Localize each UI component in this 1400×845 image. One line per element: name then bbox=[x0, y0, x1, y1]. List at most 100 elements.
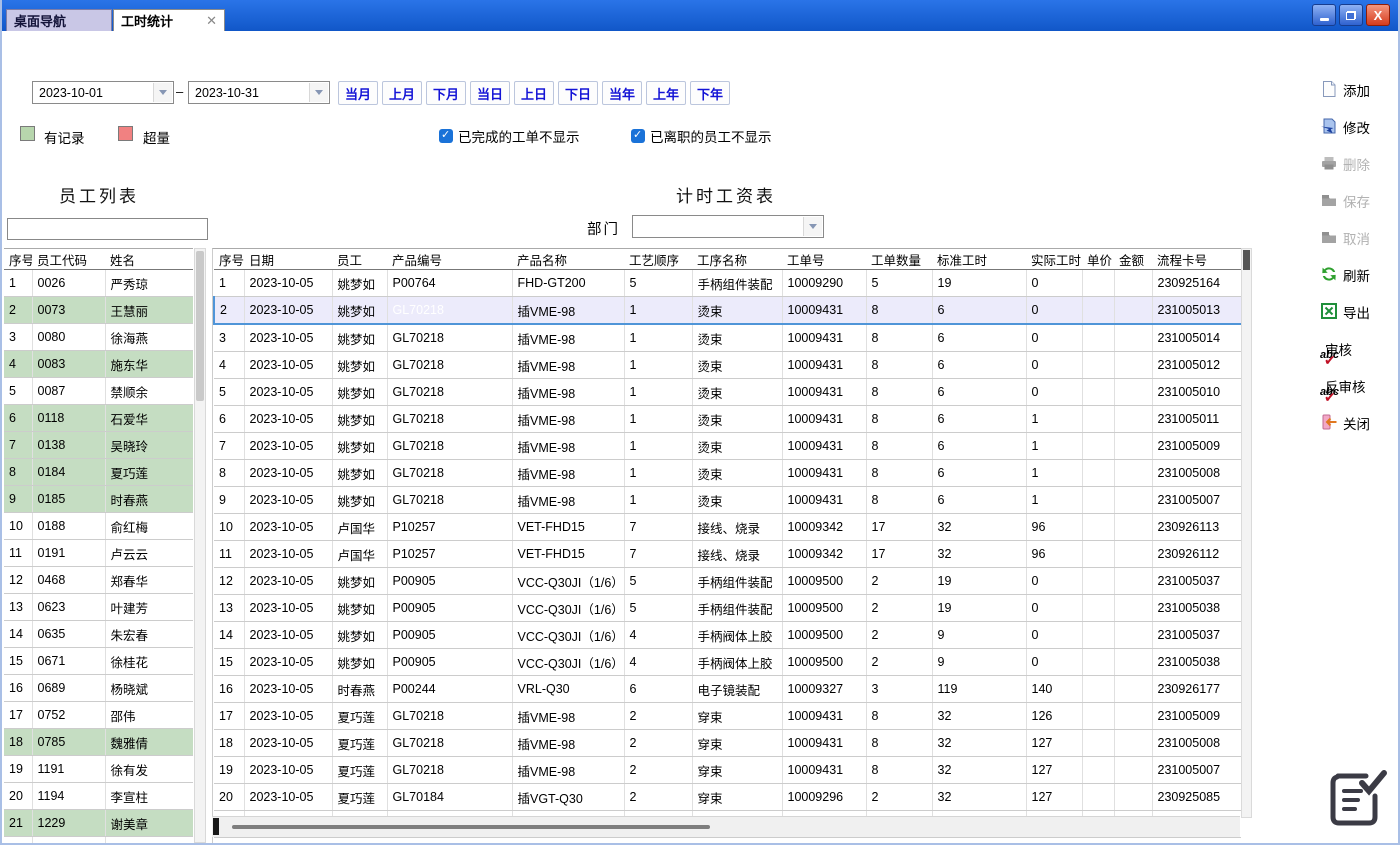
quick-date-button[interactable]: 当月 bbox=[338, 81, 378, 105]
action-add[interactable]: 添加 bbox=[1320, 78, 1400, 102]
notes-check-icon[interactable] bbox=[1324, 766, 1390, 834]
wage-table-hscrollbar[interactable] bbox=[212, 816, 1240, 837]
column-header[interactable]: 标准工时 bbox=[932, 249, 1026, 270]
column-header[interactable]: 序号 bbox=[4, 249, 32, 270]
wage-row[interactable]: 112023-10-05卢国华P10257VET-FHD157接线、烧录1000… bbox=[214, 541, 1241, 568]
wage-row[interactable]: 202023-10-05夏巧莲GL70184插VGT-Q302穿束1000929… bbox=[214, 784, 1241, 811]
chevron-down-icon[interactable] bbox=[803, 217, 822, 236]
employee-row[interactable]: 100188俞红梅 bbox=[4, 513, 193, 540]
wage-row[interactable]: 132023-10-05姚梦如P00905VCC-Q30JI（1/6）5手柄组件… bbox=[214, 595, 1241, 622]
wage-row[interactable]: 82023-10-05姚梦如GL70218插VME-981烫束100094318… bbox=[214, 460, 1241, 487]
wage-row[interactable]: 62023-10-05姚梦如GL70218插VME-981烫束100094318… bbox=[214, 406, 1241, 433]
column-header[interactable]: 流程卡号 bbox=[1152, 249, 1241, 270]
employee-row[interactable]: 20073王慧丽 bbox=[4, 297, 193, 324]
chevron-down-icon[interactable] bbox=[153, 83, 172, 102]
employee-row[interactable]: 221321胡松美 bbox=[4, 837, 193, 844]
restore-icon[interactable] bbox=[1339, 4, 1363, 26]
column-header[interactable]: 实际工时 bbox=[1026, 249, 1082, 270]
wage-row[interactable]: 122023-10-05姚梦如P00905VCC-Q30JI（1/6）5手柄组件… bbox=[214, 568, 1241, 595]
employee-row[interactable]: 191191徐有发 bbox=[4, 756, 193, 783]
employee-row[interactable]: 140635朱宏春 bbox=[4, 621, 193, 648]
employee-row[interactable]: 150671徐桂花 bbox=[4, 648, 193, 675]
employee-row[interactable]: 160689杨晓斌 bbox=[4, 675, 193, 702]
column-header[interactable]: 工艺顺序 bbox=[624, 249, 692, 270]
action-close-form[interactable]: 关闭 bbox=[1320, 411, 1400, 435]
wage-row[interactable]: 172023-10-05夏巧莲GL70218插VME-982穿束10009431… bbox=[214, 703, 1241, 730]
wage-table-vscrollbar[interactable] bbox=[1241, 248, 1252, 818]
app-window: 桌面导航 工时统计 2023-10-01 – 2023-10-31 当月上月下月… bbox=[0, 0, 1400, 845]
column-header[interactable]: 金额 bbox=[1114, 249, 1152, 270]
quick-date-button[interactable]: 下年 bbox=[690, 81, 730, 105]
checkbox-hide-finished-orders[interactable]: 已完成的工单不显示 bbox=[439, 126, 580, 146]
chevron-down-icon[interactable] bbox=[309, 83, 328, 102]
wage-row[interactable]: 92023-10-05姚梦如GL70218插VME-981烫束100094318… bbox=[214, 487, 1241, 514]
column-header[interactable]: 工单号 bbox=[782, 249, 866, 270]
wage-row[interactable]: 42023-10-05姚梦如GL70218插VME-981烫束100094318… bbox=[214, 352, 1241, 379]
column-header[interactable]: 单价 bbox=[1082, 249, 1114, 270]
employee-row[interactable]: 110191卢云云 bbox=[4, 540, 193, 567]
action-edit[interactable]: 修改 bbox=[1320, 115, 1400, 139]
employee-list-scrollbar[interactable] bbox=[194, 248, 206, 843]
column-header[interactable]: 姓名 bbox=[105, 249, 193, 270]
wage-row[interactable]: 182023-10-05夏巧莲GL70218插VME-982穿束10009431… bbox=[214, 730, 1241, 757]
tab-desktop-nav[interactable]: 桌面导航 bbox=[6, 9, 112, 31]
employee-row[interactable]: 70138吴晓玲 bbox=[4, 432, 193, 459]
wage-row[interactable]: 52023-10-05姚梦如GL70218插VME-981烫束100094318… bbox=[214, 379, 1241, 406]
action-export-excel[interactable]: 导出 bbox=[1320, 300, 1400, 324]
column-header[interactable]: 序号 bbox=[214, 249, 244, 270]
quick-date-button[interactable]: 下日 bbox=[558, 81, 598, 105]
column-header[interactable]: 产品名称 bbox=[512, 249, 624, 270]
wage-row[interactable]: 12023-10-05姚梦如P00764FHD-GT2005手柄组件装配1000… bbox=[214, 270, 1241, 297]
action-unaudit[interactable]: abc✔反审核 bbox=[1320, 374, 1400, 398]
wage-row[interactable]: 142023-10-05姚梦如P00905VCC-Q30JI（1/6）4手柄阀体… bbox=[214, 622, 1241, 649]
employee-row[interactable]: 30080徐海燕 bbox=[4, 324, 193, 351]
wage-row[interactable]: 102023-10-05卢国华P10257VET-FHD157接线、烧录1000… bbox=[214, 514, 1241, 541]
employee-row[interactable]: 201194李宣柱 bbox=[4, 783, 193, 810]
export-excel-icon bbox=[1320, 302, 1338, 323]
wage-row[interactable]: 192023-10-05夏巧莲GL70218插VME-982穿束10009431… bbox=[214, 757, 1241, 784]
employee-row[interactable]: 120468郑春华 bbox=[4, 567, 193, 594]
date-from-select[interactable]: 2023-10-01 bbox=[32, 81, 174, 104]
scrollbar-thumb[interactable] bbox=[232, 825, 710, 829]
wage-row[interactable]: 32023-10-05姚梦如GL70218插VME-981烫束100094318… bbox=[214, 324, 1241, 352]
quick-date-button[interactable]: 上年 bbox=[646, 81, 686, 105]
column-header[interactable]: 工单数量 bbox=[866, 249, 932, 270]
checkbox-hide-resigned-employees[interactable]: 已离职的员工不显示 bbox=[631, 126, 772, 146]
employee-row[interactable]: 211229谢美章 bbox=[4, 810, 193, 837]
employee-row[interactable]: 170752邵伟 bbox=[4, 702, 193, 729]
employee-row[interactable]: 80184夏巧莲 bbox=[4, 459, 193, 486]
tab-close-icon[interactable] bbox=[206, 14, 217, 27]
department-select[interactable] bbox=[632, 215, 824, 238]
column-header[interactable]: 日期 bbox=[244, 249, 332, 270]
close-icon[interactable] bbox=[1366, 4, 1390, 26]
date-to-select[interactable]: 2023-10-31 bbox=[188, 81, 330, 104]
wage-row[interactable]: 152023-10-05姚梦如P00905VCC-Q30JI（1/6）4手柄阀体… bbox=[214, 649, 1241, 676]
employee-row[interactable]: 90185时春燕 bbox=[4, 486, 193, 513]
checkbox-checked-icon[interactable] bbox=[439, 129, 453, 143]
checkbox-checked-icon[interactable] bbox=[631, 129, 645, 143]
employee-row[interactable]: 60118石爱华 bbox=[4, 405, 193, 432]
employee-row[interactable]: 10026严秀琼 bbox=[4, 270, 193, 297]
wage-row[interactable]: 72023-10-05姚梦如GL70218插VME-981烫束100094318… bbox=[214, 433, 1241, 460]
employee-row[interactable]: 50087禁顺余 bbox=[4, 378, 193, 405]
action-audit[interactable]: abc✔审核 bbox=[1320, 337, 1400, 361]
column-header[interactable]: 员工 bbox=[332, 249, 387, 270]
employee-row[interactable]: 180785魏雅倩 bbox=[4, 729, 193, 756]
wage-row[interactable]: 162023-10-05时春燕P00244VRL-Q306电子镜装配100093… bbox=[214, 676, 1241, 703]
quick-date-button[interactable]: 上日 bbox=[514, 81, 554, 105]
quick-date-button[interactable]: 上月 bbox=[382, 81, 422, 105]
column-header[interactable]: 产品编号 bbox=[387, 249, 512, 270]
wage-row[interactable]: 22023-10-05姚梦如GL70218插VME-981烫束100094318… bbox=[214, 297, 1241, 325]
quick-date-button[interactable]: 当日 bbox=[470, 81, 510, 105]
quick-date-button[interactable]: 下月 bbox=[426, 81, 466, 105]
checkbox-label: 已完成的工单不显示 bbox=[458, 126, 580, 146]
employee-search-input[interactable] bbox=[7, 218, 208, 240]
column-header[interactable]: 工序名称 bbox=[692, 249, 782, 270]
action-refresh[interactable]: 刷新 bbox=[1320, 263, 1400, 287]
tab-work-hours[interactable]: 工时统计 bbox=[113, 9, 225, 31]
column-header[interactable]: 员工代码 bbox=[32, 249, 105, 270]
employee-row[interactable]: 40083施东华 bbox=[4, 351, 193, 378]
employee-row[interactable]: 130623叶建芳 bbox=[4, 594, 193, 621]
minimize-icon[interactable] bbox=[1312, 4, 1336, 26]
quick-date-button[interactable]: 当年 bbox=[602, 81, 642, 105]
